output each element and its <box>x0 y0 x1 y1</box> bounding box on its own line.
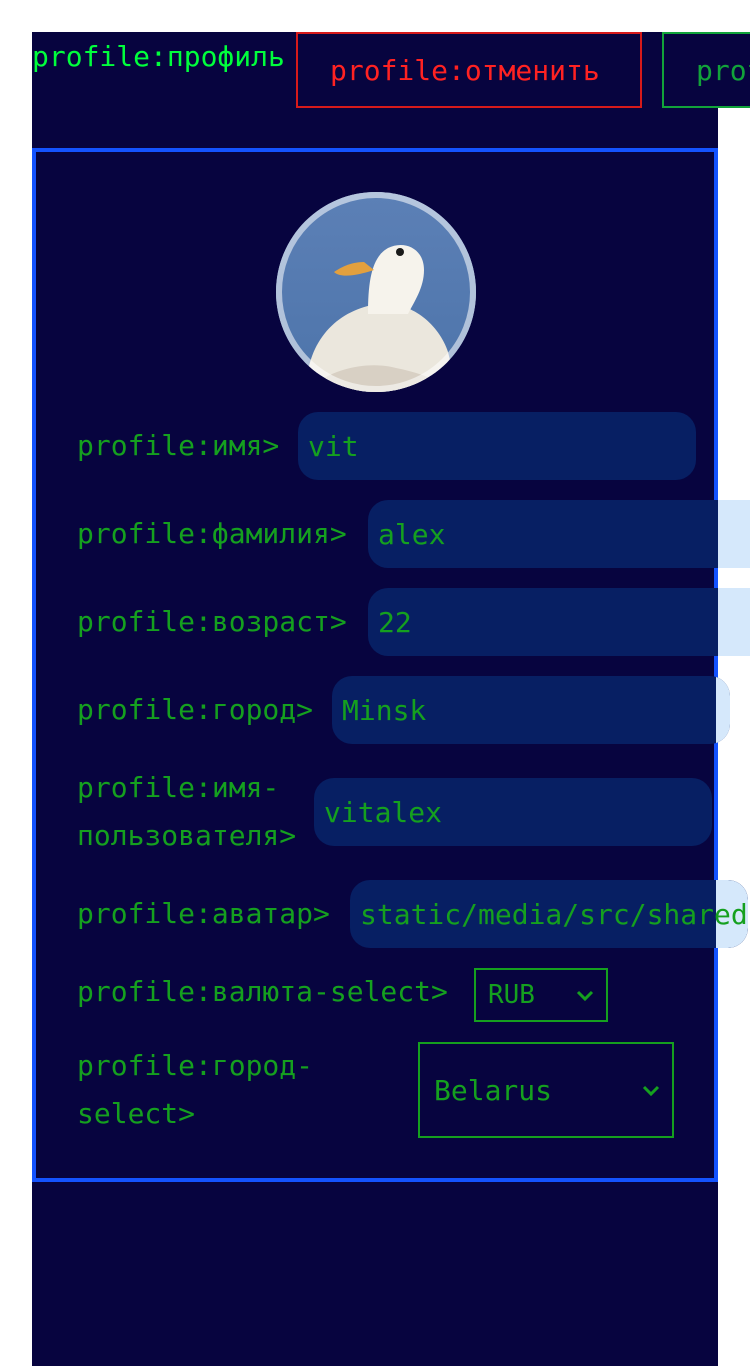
name-value: vit <box>308 429 359 463</box>
avatar-value: static/media/src/shared <box>360 897 748 931</box>
username-label-line1: profile:имя- <box>77 771 280 804</box>
chevron-down-icon <box>576 990 594 1002</box>
age-field[interactable]: 22 <box>368 588 750 656</box>
top-bar: profile:профиль profile:отменить profile… <box>32 32 750 108</box>
surname-field[interactable]: alex <box>368 500 750 568</box>
age-value: 22 <box>378 605 412 639</box>
page-title: profile:профиль <box>32 40 285 73</box>
username-value: vitalex <box>324 795 443 829</box>
field-overflow <box>718 588 750 656</box>
avatar-field[interactable]: static/media/src/shared <box>350 880 748 948</box>
save-button[interactable]: profile:сохранить <box>662 32 750 108</box>
age-label: profile:возраст> <box>77 605 347 638</box>
username-field[interactable]: vitalex <box>314 778 712 846</box>
country-label-line2: select> <box>77 1097 196 1130</box>
currency-label: profile:валюта-select> <box>77 975 448 1008</box>
city-value: Minsk <box>342 693 427 727</box>
country-selected: Belarus <box>434 1073 553 1107</box>
field-overflow <box>718 500 750 568</box>
avatar <box>276 192 476 392</box>
city-field[interactable]: Minsk <box>332 676 730 744</box>
name-label: profile:имя> <box>77 429 280 462</box>
currency-select[interactable]: RUB <box>474 968 608 1022</box>
name-field[interactable]: vit <box>298 412 696 480</box>
avatar-label: profile:аватар> <box>77 897 330 930</box>
country-label-line1: profile:город- <box>77 1049 314 1082</box>
chevron-down-icon <box>642 1085 660 1097</box>
cancel-button[interactable]: profile:отменить <box>296 32 642 108</box>
field-overflow <box>716 676 730 744</box>
duck-avatar-image <box>276 192 476 392</box>
country-select[interactable]: Belarus <box>418 1042 674 1138</box>
currency-selected: RUB <box>488 980 535 1010</box>
username-label-line2: пользователя> <box>77 819 297 852</box>
surname-label: profile:фамилия> <box>77 517 347 550</box>
city-label: profile:город> <box>77 693 314 726</box>
surname-value: alex <box>378 517 446 551</box>
